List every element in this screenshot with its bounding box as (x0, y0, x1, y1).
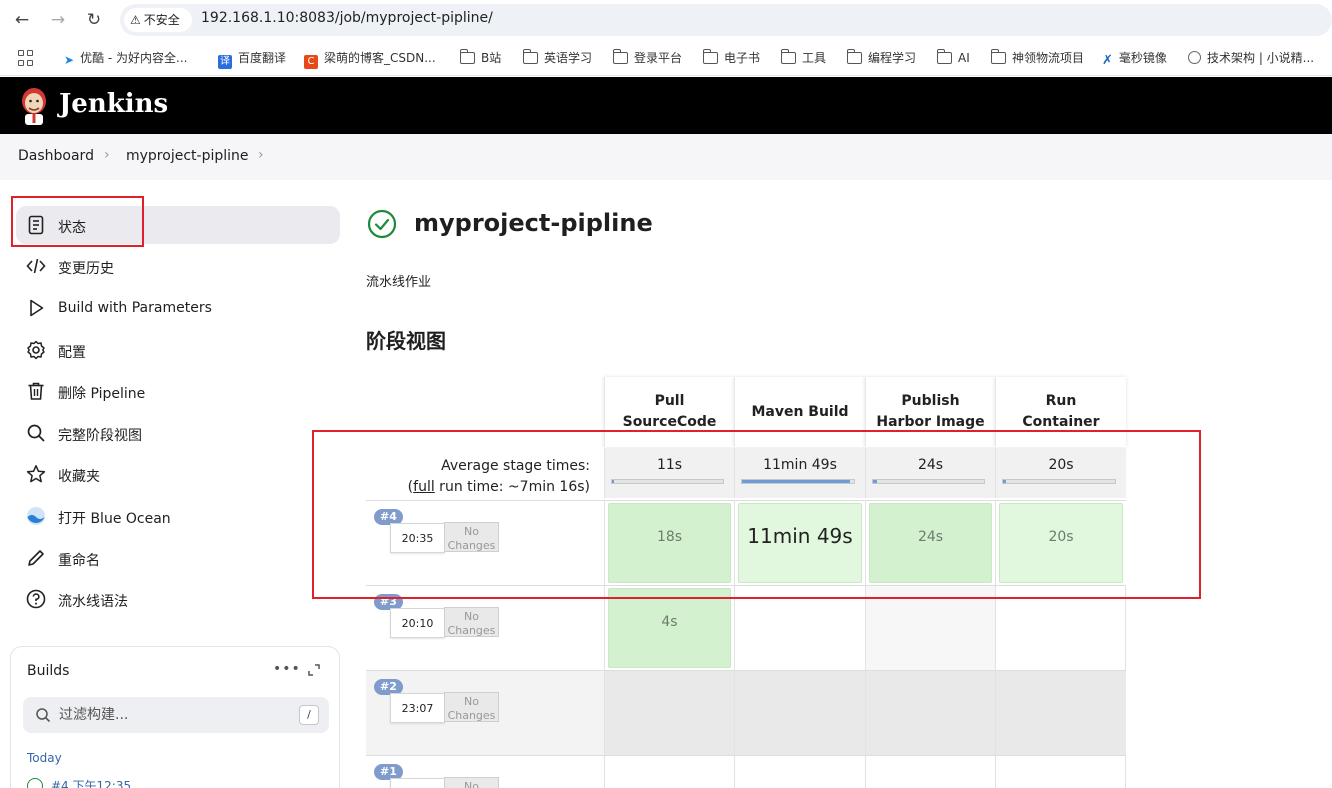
bookmark-baidu-translate[interactable]: 译百度翻译 (218, 50, 286, 69)
highlight-box-status (11, 196, 144, 247)
no-changes-box[interactable]: No Changes (444, 692, 499, 722)
sidebar-item-rename[interactable]: 重命名 (16, 539, 340, 577)
play-icon: ➤ (64, 53, 75, 67)
breadcrumb: Dashboard › myproject-pipline › (0, 134, 1332, 180)
security-chip[interactable]: ⚠ 不安全 (124, 8, 192, 32)
folder-icon (522, 49, 538, 64)
sidebar-item-full-stage-view[interactable]: 完整阶段视图 (16, 414, 340, 452)
globe-icon (1188, 51, 1201, 64)
build-time: 23:07 (390, 693, 445, 723)
folder-icon (846, 49, 862, 64)
sidebar-item-delete-pipeline[interactable]: 删除 Pipeline (16, 372, 340, 410)
bookmark-programming[interactable]: 编程学习 (846, 49, 916, 66)
bookmark-logistics[interactable]: 神领物流项目 (990, 49, 1084, 66)
builds-panel: Builds ••• / Today #4 下午12:35 (10, 646, 340, 788)
stage-view-heading: 阶段视图 (366, 329, 446, 353)
stage-cell (734, 671, 865, 755)
stage-cell (995, 671, 1126, 755)
play-icon (30, 299, 44, 317)
back-icon[interactable]: ← (12, 10, 32, 30)
stage-cell (865, 756, 995, 788)
run-info: #2 23:07 No Changes (366, 671, 603, 755)
folder-icon (702, 49, 718, 64)
bookmark-ai[interactable]: AI (936, 49, 970, 66)
url-text[interactable]: 192.168.1.10:8083/job/myproject-pipline/ (201, 10, 493, 26)
shortcut-key: / (299, 705, 319, 725)
page-title: myproject-pipline (414, 209, 653, 237)
builds-group-label: Today (27, 751, 62, 765)
code-icon (26, 258, 46, 274)
star-icon (26, 465, 46, 483)
build-item[interactable]: #4 下午12:35 (27, 777, 327, 788)
folder-icon (990, 49, 1006, 64)
folder-icon (459, 49, 475, 64)
apps-icon[interactable] (18, 50, 34, 66)
chevron-right-icon: › (104, 147, 110, 163)
jenkins-header: Jenkins (0, 77, 1332, 134)
builds-filter-input[interactable] (59, 697, 279, 733)
bookmark-bilibili[interactable]: B站 (459, 49, 501, 66)
stage-cell (604, 671, 734, 755)
folder-icon (780, 49, 796, 64)
success-icon (27, 778, 43, 788)
warning-icon: ⚠ (130, 13, 141, 27)
expand-icon[interactable] (307, 663, 321, 677)
jenkins-logo-icon[interactable] (18, 86, 50, 126)
more-icon[interactable]: ••• (273, 661, 301, 677)
job-description: 流水线作业 (366, 275, 432, 290)
folder-icon (612, 49, 628, 64)
search-icon (27, 424, 45, 442)
pencil-icon (28, 550, 44, 566)
sidebar-item-build-with-parameters[interactable]: Build with Parameters (16, 289, 340, 327)
browser-toolbar: ← → ↻ ⚠ 不安全 192.168.1.10:8083/job/myproje… (0, 0, 1332, 40)
gear-icon (27, 340, 45, 360)
sidebar-item-pipeline-syntax[interactable]: 流水线语法 (16, 580, 340, 618)
sidebar-item-blue-ocean[interactable]: 打开 Blue Ocean (16, 497, 340, 535)
sidebar-item-configure[interactable]: 配置 (16, 331, 340, 369)
run-info: #1 No (366, 756, 603, 788)
build-time (390, 778, 445, 788)
stage-cell (995, 756, 1126, 788)
stage-cell (865, 671, 995, 755)
translate-icon: 译 (218, 55, 232, 69)
mirror-icon: ✗ (1102, 53, 1113, 68)
bookmark-architecture[interactable]: 技术架构 | 小说精... (1188, 50, 1314, 66)
breadcrumb-job[interactable]: myproject-pipline (126, 148, 249, 164)
stage-cell (604, 756, 734, 788)
bookmark-english[interactable]: 英语学习 (522, 49, 592, 66)
csdn-icon: C (304, 55, 318, 69)
search-icon (36, 708, 51, 723)
forward-icon[interactable]: → (48, 10, 68, 30)
reload-icon[interactable]: ↻ (84, 10, 104, 30)
builds-filter[interactable]: / (23, 697, 329, 733)
bookmark-csdn[interactable]: C 梁萌的博客_CSDN... (304, 50, 436, 69)
chevron-right-icon[interactable]: › (258, 147, 264, 163)
bookmark-ebooks[interactable]: 电子书 (702, 49, 760, 66)
bookmark-login[interactable]: 登录平台 (612, 49, 682, 66)
success-icon (367, 209, 397, 239)
sidebar-item-favorites[interactable]: 收藏夹 (16, 455, 340, 493)
table-row: #2 23:07 No Changes (366, 670, 1126, 755)
app-title[interactable]: Jenkins (59, 89, 168, 119)
builds-title: Builds (27, 663, 70, 679)
table-row: #1 No (366, 755, 1126, 788)
breadcrumb-dashboard[interactable]: Dashboard (18, 148, 94, 164)
bookmark-tools[interactable]: 工具 (780, 49, 826, 66)
stage-result-success[interactable]: 4s (608, 588, 731, 668)
sidebar-item-changes[interactable]: 变更历史 (16, 247, 340, 285)
no-changes-box[interactable]: No Changes (444, 607, 499, 637)
bookmark-mirror[interactable]: ✗ 毫秒镜像 (1102, 50, 1167, 68)
bookmark-youku[interactable]: ➤ 优酷 - 为好内容全... (64, 50, 187, 67)
no-changes-box[interactable]: No (444, 777, 499, 788)
trash-icon (28, 382, 44, 400)
stage-cell (734, 756, 865, 788)
folder-icon (936, 49, 952, 64)
build-time: 20:10 (390, 608, 445, 638)
help-icon (26, 589, 46, 609)
blue-ocean-icon (27, 507, 45, 525)
highlight-box-stage-times (312, 430, 1201, 599)
bookmarks-bar: ➤ 优酷 - 为好内容全... 译百度翻译 C 梁萌的博客_CSDN... B站 英… (0, 40, 1332, 76)
